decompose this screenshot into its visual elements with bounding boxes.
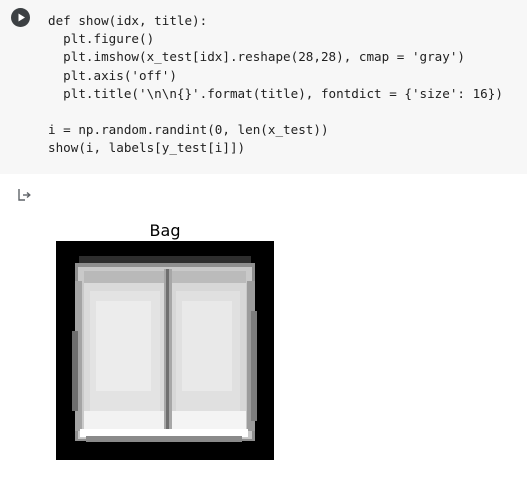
code-line: i = np.random.randint(0, len(x_test)) bbox=[48, 122, 329, 138]
grayscale-bag-image bbox=[56, 241, 274, 460]
code-line: plt.title('\n\n{}'.format(title), fontdi… bbox=[48, 85, 503, 101]
play-icon bbox=[18, 13, 25, 22]
code-line: plt.imshow(x_test[idx].reshape(28,28), c… bbox=[48, 49, 466, 65]
code-line: plt.figure() bbox=[48, 31, 155, 47]
output-arrow-icon-graphic bbox=[18, 189, 31, 201]
run-cell-button[interactable] bbox=[11, 8, 30, 27]
output-arrow-icon[interactable] bbox=[17, 187, 33, 203]
code-line: plt.axis('off') bbox=[48, 67, 177, 83]
code-line: show(i, labels[y_test[i]]) bbox=[48, 140, 246, 156]
figure-title: Bag bbox=[149, 221, 181, 240]
code-line: def show(idx, title): bbox=[48, 13, 208, 28]
cell-output: Bag bbox=[0, 174, 527, 481]
bag-pixels bbox=[72, 256, 257, 442]
cell-gutter bbox=[0, 0, 42, 174]
code-editor[interactable]: def show(idx, title): plt.figure() plt.i… bbox=[48, 12, 503, 158]
code-cell[interactable]: def show(idx, title): plt.figure() plt.i… bbox=[0, 0, 527, 174]
